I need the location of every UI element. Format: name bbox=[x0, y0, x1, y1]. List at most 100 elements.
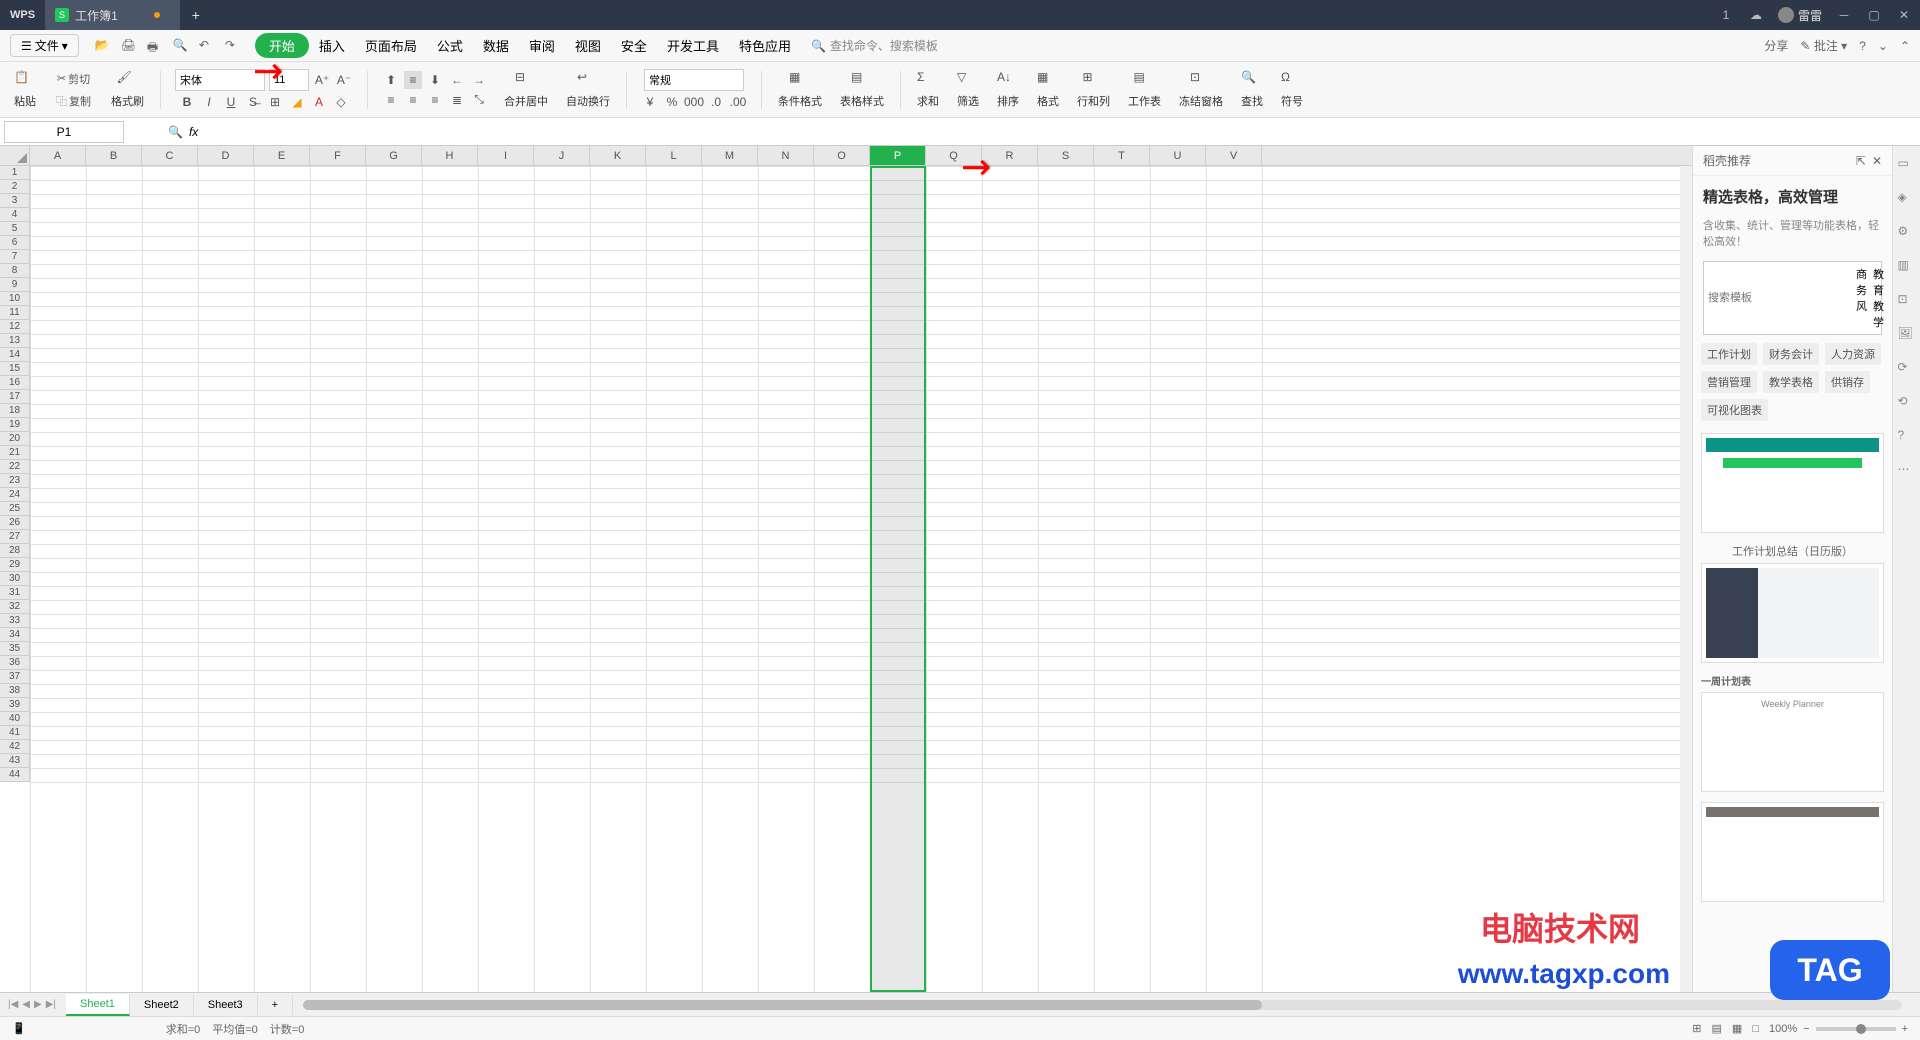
column-header[interactable]: I bbox=[478, 146, 534, 165]
preview-icon[interactable]: 🔍 bbox=[173, 38, 189, 54]
close-icon[interactable]: ✕ bbox=[1896, 7, 1912, 23]
clear-format-icon[interactable]: ◇ bbox=[332, 93, 350, 111]
copy-button[interactable]: ⿻ 复制 bbox=[52, 91, 95, 111]
align-center-icon[interactable]: ≡ bbox=[404, 91, 422, 109]
column-header[interactable]: H bbox=[422, 146, 478, 165]
file-menu-button[interactable]: ☰ 文件 ▾ bbox=[10, 34, 79, 57]
maximize-icon[interactable]: ▢ bbox=[1866, 7, 1882, 23]
zoom-out-icon[interactable]: − bbox=[1803, 1023, 1809, 1035]
increase-decimal-icon[interactable]: .0 bbox=[707, 93, 725, 111]
expand-ribbon-icon[interactable]: ⌃ bbox=[1900, 39, 1910, 53]
row-header[interactable]: 31 bbox=[0, 586, 29, 600]
view-break-icon[interactable]: ▦ bbox=[1732, 1022, 1742, 1035]
row-header[interactable]: 28 bbox=[0, 544, 29, 558]
row-header[interactable]: 30 bbox=[0, 572, 29, 586]
cond-format-button[interactable]: ▦ 条件格式 bbox=[772, 70, 828, 109]
border-icon[interactable]: ⊞ bbox=[266, 93, 284, 111]
paste-button[interactable]: 📋 粘贴 bbox=[8, 70, 42, 109]
template-list[interactable]: 工作计划总结（日历版） 一周计划表 Weekly Planner bbox=[1693, 425, 1892, 992]
row-header[interactable]: 2 bbox=[0, 180, 29, 194]
column-header[interactable]: P bbox=[870, 146, 926, 165]
column-header[interactable]: E bbox=[254, 146, 310, 165]
column-header[interactable]: B bbox=[86, 146, 142, 165]
column-header[interactable]: O bbox=[814, 146, 870, 165]
row-header[interactable]: 32 bbox=[0, 600, 29, 614]
sheet-tab[interactable]: Sheet1 bbox=[66, 994, 130, 1016]
tab-security[interactable]: 安全 bbox=[611, 30, 657, 61]
sheet-nav-prev-icon[interactable]: ◀ bbox=[22, 999, 30, 1010]
row-header[interactable]: 9 bbox=[0, 278, 29, 292]
wrap-button[interactable]: ↩ 自动换行 bbox=[560, 70, 616, 109]
close-panel-icon[interactable]: ✕ bbox=[1872, 154, 1882, 168]
percent-icon[interactable]: % bbox=[663, 93, 681, 111]
find-button[interactable]: 🔍 查找 bbox=[1235, 70, 1269, 109]
sheet-nav-last-icon[interactable]: ▶| bbox=[46, 999, 56, 1010]
table-style-button[interactable]: ▤ 表格样式 bbox=[834, 70, 890, 109]
template-tag[interactable]: 工作计划 bbox=[1701, 343, 1757, 365]
column-header[interactable]: K bbox=[590, 146, 646, 165]
column-header[interactable]: N bbox=[758, 146, 814, 165]
row-header[interactable]: 17 bbox=[0, 390, 29, 404]
row-header[interactable]: 39 bbox=[0, 698, 29, 712]
sort-button[interactable]: A↓ 排序 bbox=[991, 70, 1025, 109]
row-header[interactable]: 22 bbox=[0, 460, 29, 474]
annotate-button[interactable]: ✎ 批注 ▾ bbox=[1800, 37, 1847, 54]
snap-icon[interactable]: ⊡ bbox=[1898, 292, 1916, 310]
column-header[interactable]: M bbox=[702, 146, 758, 165]
row-header[interactable]: 6 bbox=[0, 236, 29, 250]
ruler-icon[interactable]: ▥ bbox=[1898, 258, 1916, 276]
side-tab-education[interactable]: 教育教学 bbox=[1873, 266, 1884, 330]
view-layout-icon[interactable]: ▤ bbox=[1712, 1022, 1722, 1035]
template-item[interactable]: Weekly Planner bbox=[1701, 692, 1884, 792]
navigate-icon[interactable]: ◈ bbox=[1898, 190, 1916, 208]
align-bottom-icon[interactable]: ⬇ bbox=[426, 71, 444, 89]
number-format-select[interactable] bbox=[644, 69, 744, 91]
image-tool-icon[interactable]: 🖼 bbox=[1898, 326, 1916, 344]
row-header[interactable]: 12 bbox=[0, 320, 29, 334]
template-item[interactable] bbox=[1701, 563, 1884, 663]
help-vbar-icon[interactable]: ? bbox=[1898, 428, 1916, 446]
indent-inc-icon[interactable]: → bbox=[470, 71, 488, 89]
template-tag[interactable]: 可视化图表 bbox=[1701, 399, 1768, 421]
row-header[interactable]: 7 bbox=[0, 250, 29, 264]
zoom-control[interactable]: 100% − + bbox=[1769, 1023, 1908, 1035]
open-icon[interactable]: 📂 bbox=[95, 38, 111, 54]
row-header[interactable]: 19 bbox=[0, 418, 29, 432]
share-button[interactable]: 分享 bbox=[1764, 37, 1788, 54]
italic-icon[interactable]: I bbox=[200, 93, 218, 111]
row-header[interactable]: 21 bbox=[0, 446, 29, 460]
refresh-icon[interactable]: ⟳ bbox=[1898, 360, 1916, 378]
cells-viewport[interactable] bbox=[30, 166, 1692, 992]
align-middle-icon[interactable]: ≡ bbox=[404, 71, 422, 89]
row-headers[interactable]: 1234567891011121314151617181920212223242… bbox=[0, 166, 30, 782]
row-col-button[interactable]: ⊞ 行和列 bbox=[1071, 70, 1116, 109]
row-header[interactable]: 4 bbox=[0, 208, 29, 222]
sheet-nav-first-icon[interactable]: |◀ bbox=[8, 999, 18, 1010]
fx-icon[interactable]: fx bbox=[189, 125, 198, 139]
row-header[interactable]: 40 bbox=[0, 712, 29, 726]
select-tool-icon[interactable]: ▭ bbox=[1898, 156, 1916, 174]
row-header[interactable]: 25 bbox=[0, 502, 29, 516]
align-top-icon[interactable]: ⬆ bbox=[382, 71, 400, 89]
row-header[interactable]: 8 bbox=[0, 264, 29, 278]
tab-insert[interactable]: 插入 bbox=[309, 30, 355, 61]
save-icon[interactable]: 🖨 bbox=[121, 38, 137, 54]
align-right-icon[interactable]: ≡ bbox=[426, 91, 444, 109]
tab-formula[interactable]: 公式 bbox=[427, 30, 473, 61]
bold-icon[interactable]: B bbox=[178, 93, 196, 111]
row-header[interactable]: 36 bbox=[0, 656, 29, 670]
currency-icon[interactable]: ¥ bbox=[641, 93, 659, 111]
template-tag[interactable]: 营销管理 bbox=[1701, 371, 1757, 393]
row-header[interactable]: 34 bbox=[0, 628, 29, 642]
zoom-slider[interactable] bbox=[1816, 1027, 1896, 1031]
font-color-icon[interactable]: A bbox=[310, 93, 328, 111]
worksheet-button[interactable]: ▤ 工作表 bbox=[1122, 70, 1167, 109]
increase-font-icon[interactable]: A⁺ bbox=[313, 71, 331, 89]
tab-devtools[interactable]: 开发工具 bbox=[657, 30, 729, 61]
column-header[interactable]: V bbox=[1206, 146, 1262, 165]
template-tag[interactable]: 财务会计 bbox=[1763, 343, 1819, 365]
select-all-button[interactable] bbox=[0, 146, 30, 166]
tab-data[interactable]: 数据 bbox=[473, 30, 519, 61]
row-header[interactable]: 26 bbox=[0, 516, 29, 530]
row-header[interactable]: 42 bbox=[0, 740, 29, 754]
